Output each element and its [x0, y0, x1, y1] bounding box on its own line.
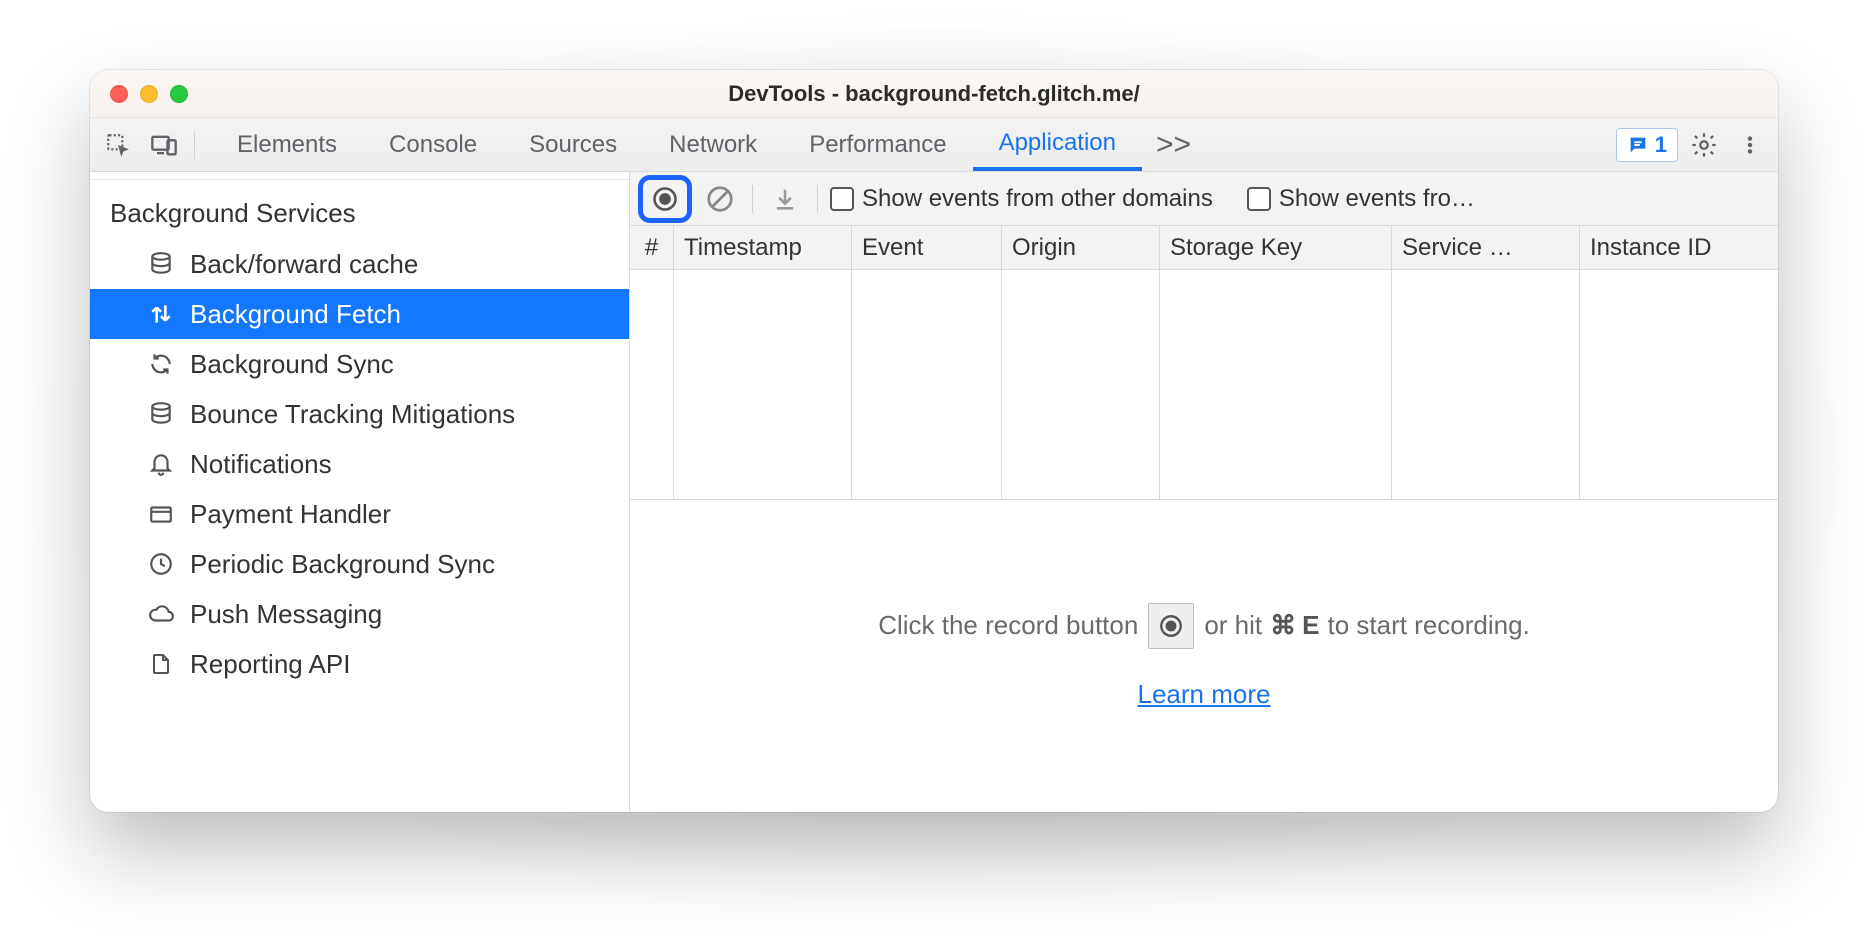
sidebar-item-bounce-tracking[interactable]: Bounce Tracking Mitigations	[90, 389, 629, 439]
sidebar-item-periodic-sync[interactable]: Periodic Background Sync	[90, 539, 629, 589]
issues-button[interactable]: 1	[1616, 128, 1678, 162]
separator	[817, 185, 818, 213]
panel-tabs: Elements Console Sources Network Perform…	[211, 118, 1142, 171]
empty-text-prefix: Click the record button	[878, 610, 1138, 641]
table-body	[630, 270, 1778, 500]
sidebar-item-push-messaging[interactable]: Push Messaging	[90, 589, 629, 639]
bell-icon	[146, 449, 176, 479]
clear-button[interactable]	[700, 179, 740, 219]
sidebar-item-payment-handler[interactable]: Payment Handler	[90, 489, 629, 539]
checkbox-icon	[830, 187, 854, 211]
issues-count: 1	[1655, 132, 1667, 158]
separator	[194, 131, 195, 159]
th-index[interactable]: #	[630, 226, 674, 269]
tab-network[interactable]: Network	[643, 118, 783, 171]
checkbox-icon	[1247, 187, 1271, 211]
main-panel: Show events from other domains Show even…	[630, 172, 1778, 812]
sidebar-item-label: Payment Handler	[190, 499, 391, 530]
empty-text-mid: or hit	[1204, 610, 1262, 641]
th-service[interactable]: Service …	[1392, 226, 1580, 269]
shortcut-key: E	[1302, 610, 1319, 641]
titlebar[interactable]: DevTools - background-fetch.glitch.me/	[90, 70, 1778, 118]
kebab-menu-icon[interactable]	[1730, 125, 1770, 165]
window-title: DevTools - background-fetch.glitch.me/	[90, 81, 1778, 107]
th-storage-key[interactable]: Storage Key	[1160, 226, 1392, 269]
sidebar-item-back-forward-cache[interactable]: Back/forward cache	[90, 239, 629, 289]
sidebar-item-label: Push Messaging	[190, 599, 382, 630]
sidebar-item-background-sync[interactable]: Background Sync	[90, 339, 629, 389]
sidebar-item-label: Background Sync	[190, 349, 394, 380]
tab-console[interactable]: Console	[363, 118, 503, 171]
empty-text-suffix: to start recording.	[1327, 610, 1529, 641]
database-icon	[146, 399, 176, 429]
sidebar-section-title: Background Services	[90, 180, 629, 239]
checkbox-other-domains[interactable]: Show events from other domains	[830, 185, 1213, 213]
record-button[interactable]	[638, 175, 692, 223]
sidebar-item-notifications[interactable]: Notifications	[90, 439, 629, 489]
inspect-element-icon[interactable]	[98, 125, 138, 165]
sync-icon	[146, 349, 176, 379]
separator	[752, 185, 753, 213]
checkbox-label: Show events from other domains	[862, 185, 1213, 213]
sidebar-item-label: Reporting API	[190, 649, 350, 680]
panel-toolbar: Show events from other domains Show even…	[630, 172, 1778, 226]
sidebar-item-label: Bounce Tracking Mitigations	[190, 399, 515, 430]
download-button[interactable]	[765, 179, 805, 219]
sidebar-item-reporting-api[interactable]: Reporting API	[90, 639, 629, 689]
tab-application[interactable]: Application	[973, 118, 1142, 171]
file-icon	[146, 649, 176, 679]
th-instance-id[interactable]: Instance ID	[1580, 226, 1778, 269]
th-origin[interactable]: Origin	[1002, 226, 1160, 269]
clock-icon	[146, 549, 176, 579]
checkbox-other-frames[interactable]: Show events fro…	[1247, 185, 1770, 213]
table-header: # Timestamp Event Origin Storage Key Ser…	[630, 226, 1778, 270]
tab-performance[interactable]: Performance	[783, 118, 972, 171]
devtools-tabs: Elements Console Sources Network Perform…	[90, 118, 1778, 172]
card-icon	[146, 499, 176, 529]
devtools-window: DevTools - background-fetch.glitch.me/ E…	[90, 70, 1778, 812]
checkbox-label: Show events fro…	[1279, 185, 1770, 213]
sidebar-item-label: Background Fetch	[190, 299, 401, 330]
th-timestamp[interactable]: Timestamp	[674, 226, 852, 269]
tab-elements[interactable]: Elements	[211, 118, 363, 171]
database-icon	[146, 249, 176, 279]
sidebar-item-label: Notifications	[190, 449, 332, 480]
arrows-updown-icon	[146, 299, 176, 329]
cloud-icon	[146, 599, 176, 629]
sidebar-item-label: Back/forward cache	[190, 249, 418, 280]
application-sidebar: Background Services Back/forward cache B…	[90, 172, 630, 812]
sidebar-item-background-fetch[interactable]: Background Fetch	[90, 289, 629, 339]
learn-more-link[interactable]: Learn more	[1138, 679, 1271, 710]
device-toggle-icon[interactable]	[144, 125, 184, 165]
empty-state: Click the record button or hit ⌘ E to st…	[630, 500, 1778, 812]
tab-sources[interactable]: Sources	[503, 118, 643, 171]
more-tabs-icon[interactable]: >>	[1148, 128, 1199, 162]
record-icon[interactable]	[1148, 603, 1194, 649]
th-event[interactable]: Event	[852, 226, 1002, 269]
gear-icon[interactable]	[1684, 125, 1724, 165]
shortcut-modifier: ⌘	[1270, 610, 1296, 641]
sidebar-item-label: Periodic Background Sync	[190, 549, 495, 580]
